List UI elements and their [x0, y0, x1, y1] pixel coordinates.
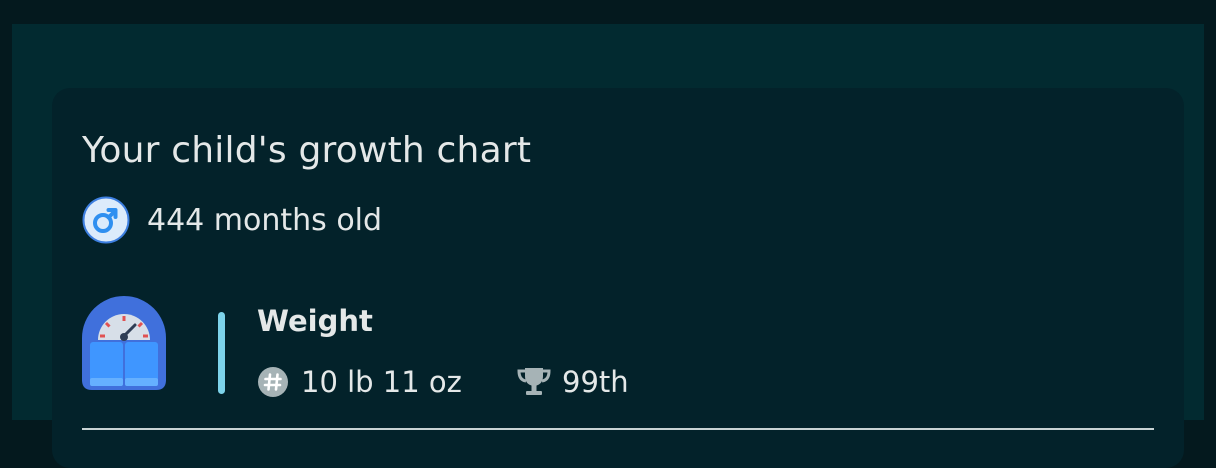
child-age: 444 months old	[147, 202, 383, 238]
baby-scale-icon	[82, 296, 166, 390]
metric-accent-bar	[218, 312, 225, 394]
hash-icon	[258, 367, 288, 397]
metric-label: Weight	[257, 304, 373, 338]
app-panel: Your child's growth chart 444 months old	[12, 24, 1204, 468]
percentile-row: 99th	[516, 362, 629, 402]
growth-chart-card: Your child's growth chart 444 months old	[52, 88, 1184, 468]
percentile-value: 99th	[562, 365, 629, 399]
male-symbol-icon	[82, 196, 130, 244]
age-row: 444 months old	[82, 196, 382, 244]
metric-value-row: 10 lb 11 oz	[257, 362, 462, 402]
section-divider	[82, 428, 1154, 430]
metric-value: 10 lb 11 oz	[301, 365, 462, 399]
card-title: Your child's growth chart	[82, 130, 532, 171]
trophy-icon	[517, 368, 551, 395]
